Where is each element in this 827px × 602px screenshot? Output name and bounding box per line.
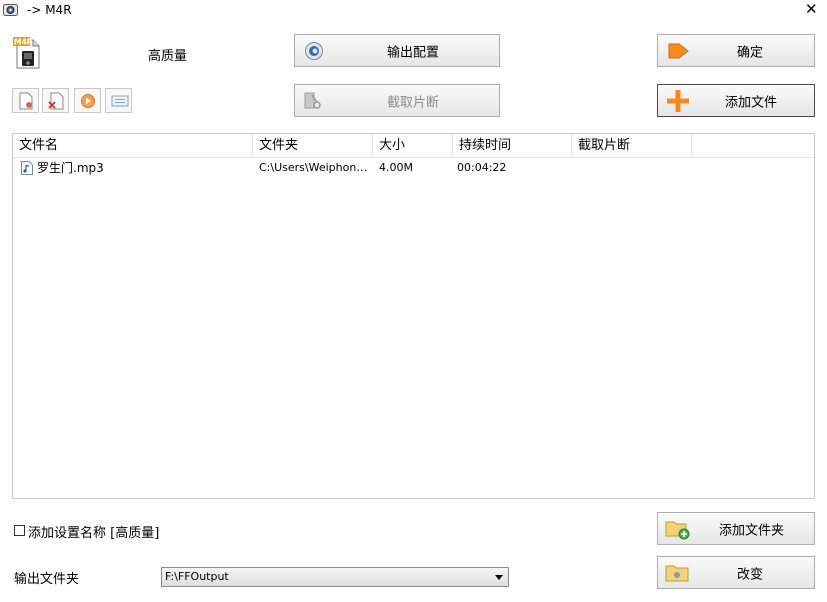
change-button[interactable]: 改变 [657,556,815,589]
cell-folder: C:\Users\Weiphone\... [259,161,369,174]
add-folder-icon [665,521,690,540]
cell-duration: 00:04:22 [457,161,507,174]
cell-size: 4.00M [379,161,413,174]
clear-list-icon [48,92,64,110]
column-header-duration[interactable]: 持续时间 [453,134,572,158]
quality-label: 高质量 [148,49,188,64]
output-config-button[interactable]: 输出配置 [294,34,500,67]
add-file-label: 添加文件 [725,95,778,110]
column-header-size[interactable]: 大小 [373,134,453,158]
column-header-name[interactable]: 文件名 [13,134,253,158]
clear-list-button[interactable] [42,88,69,113]
column-header-folder[interactable]: 文件夹 [253,134,373,158]
remove-file-icon [19,92,33,110]
info-button[interactable] [105,88,132,113]
table-row[interactable]: 罗生门.mp3 C:\Users\Weiphone\... 4.00M 00:0… [13,159,814,177]
app-icon [3,4,18,16]
gear-icon [305,42,323,60]
confirm-label: 确定 [737,45,764,60]
svg-text:M4R: M4R [14,38,33,47]
add-folder-button[interactable]: 添加文件夹 [657,512,815,545]
add-settings-name-label: 添加设置名称 [高质量] [28,526,160,541]
column-header-empty [692,134,814,158]
play-icon [81,94,95,108]
add-folder-label: 添加文件夹 [719,523,785,538]
add-settings-name-checkbox[interactable] [14,525,25,536]
audio-file-icon [21,161,33,175]
folder-icon [665,565,689,582]
output-config-label: 输出配置 [387,45,440,60]
change-label: 改变 [737,567,764,582]
arrow-right-icon [668,43,689,59]
remove-file-button[interactable] [12,88,39,113]
add-file-button[interactable]: 添加文件 [657,84,815,117]
confirm-button[interactable]: 确定 [657,34,815,67]
cell-file-name: 罗生门.mp3 [37,161,104,175]
clip-button[interactable]: 截取片断 [294,84,500,117]
play-button[interactable] [74,88,101,113]
column-header-clip[interactable]: 截取片断 [572,134,692,158]
window-title: -> M4R [27,3,72,17]
table-header: 文件名 文件夹 大小 持续时间 截取片断 [13,134,814,158]
chevron-down-icon [495,575,503,580]
clip-label: 截取片断 [387,95,440,110]
info-icon [111,95,129,107]
cell-clip [578,159,688,177]
m4r-format-icon: M4R [13,37,40,69]
output-folder-label: 输出文件夹 [14,572,80,587]
output-folder-value: F:\FFOutput [165,570,229,583]
output-folder-select[interactable]: F:\FFOutput [161,567,509,587]
close-icon[interactable]: ✕ [805,1,818,17]
title-bar: -> M4R ✕ [0,0,827,22]
plus-icon [667,90,689,112]
file-list[interactable]: 文件名 文件夹 大小 持续时间 截取片断 罗生门.mp3 C:\Users\We… [12,133,815,499]
scissors-icon [304,92,321,109]
